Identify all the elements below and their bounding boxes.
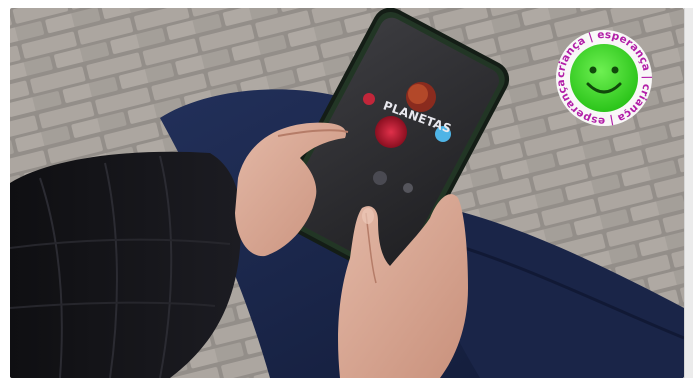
smiley-face-icon: [589, 66, 597, 74]
right-edge-strip: [684, 8, 693, 378]
video-still: PLANETAS criança | esperança | criança |…: [10, 8, 684, 378]
video-frame: PLANETAS criança | esperança | criança |…: [0, 0, 693, 380]
